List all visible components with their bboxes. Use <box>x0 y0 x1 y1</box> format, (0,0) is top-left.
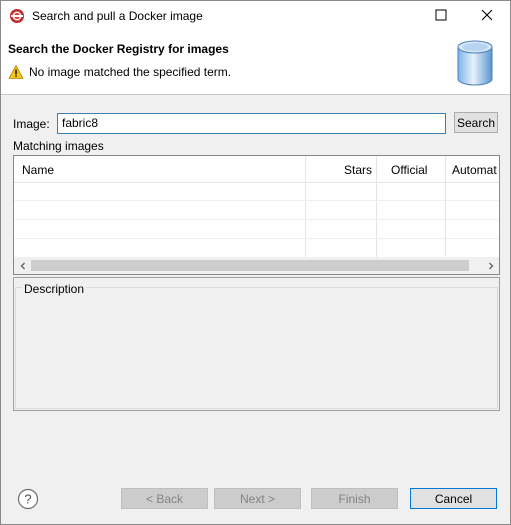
empty-row-line <box>14 219 499 220</box>
column-header-name[interactable]: Name <box>22 163 54 177</box>
cancel-button[interactable]: Cancel <box>410 488 497 509</box>
next-button[interactable]: Next > <box>214 488 301 509</box>
maximize-button[interactable] <box>418 1 464 32</box>
dialog-window: Search and pull a Docker image Search th… <box>0 0 511 525</box>
status-message: No image matched the specified term. <box>29 65 232 79</box>
column-divider <box>305 156 306 257</box>
column-header-stars[interactable]: Stars <box>344 163 372 177</box>
scroll-right-icon[interactable] <box>482 257 499 274</box>
page-title: Search the Docker Registry for images <box>8 42 229 56</box>
empty-row-line <box>14 200 499 201</box>
search-button[interactable]: Search <box>454 112 498 133</box>
close-icon <box>481 9 493 24</box>
scroll-left-icon[interactable] <box>14 257 31 274</box>
image-search-input[interactable]: fabric8 <box>57 113 446 134</box>
title-bar: Search and pull a Docker image <box>1 1 510 32</box>
maximize-icon <box>435 9 447 24</box>
description-group: Description <box>13 277 500 411</box>
image-label: Image: <box>13 117 50 131</box>
column-divider <box>376 156 377 257</box>
empty-row-line <box>14 238 499 239</box>
finish-button[interactable]: Finish <box>311 488 398 509</box>
column-header-automated[interactable]: Automat <box>452 163 499 177</box>
horizontal-scrollbar[interactable] <box>14 257 499 274</box>
scrollbar-thumb[interactable] <box>31 260 469 271</box>
back-button[interactable]: < Back <box>121 488 208 509</box>
description-label: Description <box>22 282 87 296</box>
eclipse-app-icon <box>9 8 25 24</box>
warning-icon <box>8 64 24 80</box>
table-header: Name Stars Official Automat <box>14 156 499 183</box>
matching-images-label: Matching images <box>13 139 104 153</box>
close-button[interactable] <box>464 1 510 32</box>
header-banner: Search the Docker Registry for images No… <box>1 32 510 95</box>
matching-images-table[interactable]: Name Stars Official Automat <box>13 155 500 275</box>
window-title: Search and pull a Docker image <box>32 9 203 23</box>
column-header-official[interactable]: Official <box>391 163 427 177</box>
description-frame <box>15 287 498 409</box>
svg-text:?: ? <box>24 492 31 507</box>
column-divider <box>445 156 446 257</box>
database-icon <box>452 39 498 89</box>
help-icon[interactable]: ? <box>17 488 39 510</box>
